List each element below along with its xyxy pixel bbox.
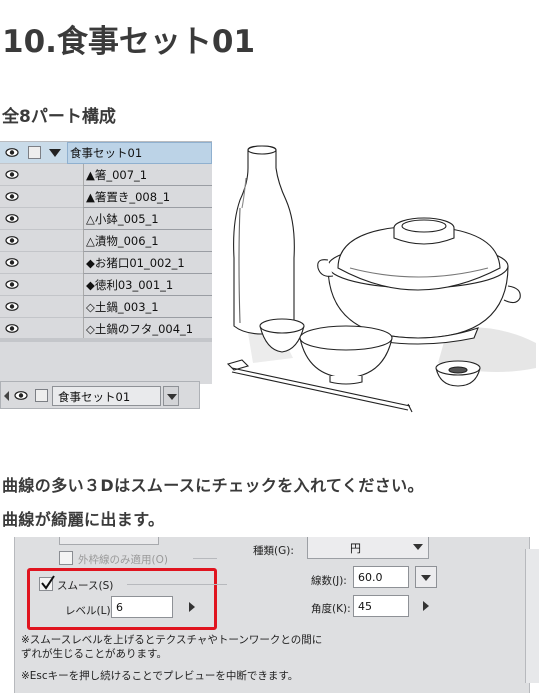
- esc-note: ※Escキーを押し続けることでプレビューを中断できます。: [21, 670, 299, 682]
- lock-checkbox[interactable]: [35, 389, 48, 402]
- instruction-line-2: 曲線が綺麗に出ます。: [2, 510, 165, 529]
- chevron-down-icon: [413, 544, 423, 550]
- type-value: 円: [350, 542, 361, 555]
- dialog-scrollbar[interactable]: [525, 549, 539, 683]
- layer-select-label: 食事セット01: [58, 390, 131, 404]
- checkmark-icon: [41, 575, 55, 590]
- level-label: レベル(L):: [65, 605, 115, 617]
- smooth-label: スムース(S): [57, 580, 114, 592]
- layer-selector-bar: 食事セット01: [0, 381, 200, 409]
- layer-row[interactable]: ◆徳利03_001_1: [0, 274, 212, 296]
- folder-label: 食事セット01: [70, 146, 143, 160]
- smooth-note-line-1: ※スムースレベルを上げるとテクスチャやトーンワークとの間に: [21, 634, 323, 646]
- eye-icon[interactable]: [5, 191, 19, 202]
- layer-row[interactable]: ▲箸_007_1: [0, 164, 212, 186]
- divider: [193, 558, 217, 559]
- layer-label: △小鉢_005_1: [86, 212, 159, 226]
- lock-checkbox[interactable]: [28, 146, 41, 159]
- layer-row[interactable]: △小鉢_005_1: [0, 208, 212, 230]
- angle-label: 角度(K):: [311, 603, 351, 615]
- layer-row[interactable]: △漬物_006_1: [0, 230, 212, 252]
- layer-label: △漬物_006_1: [86, 234, 159, 248]
- layer-label: ▲箸_007_1: [86, 168, 148, 182]
- scroll-left-icon[interactable]: [4, 391, 10, 401]
- layer-row[interactable]: ◆お猪口01_002_1: [0, 252, 212, 274]
- lines-label: 線数(J):: [311, 575, 347, 587]
- eye-icon[interactable]: [5, 257, 19, 268]
- smooth-checkbox[interactable]: [39, 575, 55, 591]
- layer-label: ◆お猪口01_002_1: [86, 256, 185, 270]
- lines-input[interactable]: 60.0: [353, 566, 409, 588]
- type-label: 種類(G):: [253, 545, 294, 557]
- layer-row[interactable]: ◇土鍋のフタ_004_1: [0, 318, 212, 340]
- chevron-down-icon[interactable]: [163, 386, 179, 406]
- eye-icon[interactable]: [5, 147, 19, 158]
- layer-label: ▲箸置き_008_1: [86, 190, 171, 204]
- angle-input[interactable]: 45: [353, 595, 409, 617]
- outer-only-checkbox[interactable]: [59, 551, 73, 565]
- layer-label: ◇土鍋_003_1: [86, 300, 159, 314]
- instruction-line-1: 曲線の多い３Dはスムースにチェックを入れてください。: [2, 476, 424, 495]
- angle-slider-arrow-icon[interactable]: [423, 601, 429, 611]
- outer-only-label: 外枠線のみ適用(O): [78, 554, 168, 566]
- smooth-note-line-2: ずれが生じることがあります。: [21, 648, 167, 660]
- level-input[interactable]: 6: [111, 596, 173, 618]
- layer-panel: 食事セット01 ▲箸_007_1 ▲箸置き_008_1 △小鉢_005_1 △漬…: [0, 141, 212, 384]
- smoothing-settings-panel: 外枠線のみ適用(O) 円 種類(G): スムース(S) レベル(L): 6 線数…: [14, 537, 530, 693]
- eye-icon[interactable]: [5, 235, 19, 246]
- eye-icon[interactable]: [5, 279, 19, 290]
- parts-subtitle: 全8パート構成: [2, 107, 116, 127]
- eye-icon[interactable]: [5, 169, 19, 180]
- layer-row[interactable]: ◇土鍋_003_1: [0, 296, 212, 318]
- layer-label: ◆徳利03_001_1: [86, 278, 174, 292]
- eye-icon[interactable]: [5, 323, 19, 334]
- lines-dropdown-button[interactable]: [415, 566, 437, 588]
- eye-icon[interactable]: [5, 301, 19, 312]
- layer-label: ◇土鍋のフタ_004_1: [86, 322, 194, 336]
- type-select[interactable]: 円: [307, 537, 429, 559]
- dinner-set-illustration: [226, 145, 536, 413]
- top-field-edge: [59, 537, 159, 545]
- page-title: 10.食事セット01: [2, 24, 256, 60]
- layer-row-folder[interactable]: 食事セット01: [0, 142, 212, 164]
- eye-icon[interactable]: [14, 390, 28, 401]
- divider: [127, 584, 227, 585]
- layer-row[interactable]: ▲箸置き_008_1: [0, 186, 212, 208]
- eye-icon[interactable]: [5, 213, 19, 224]
- folder-expand-icon[interactable]: [49, 149, 61, 157]
- panel-divider: [0, 338, 212, 342]
- level-slider-arrow-icon[interactable]: [189, 602, 195, 612]
